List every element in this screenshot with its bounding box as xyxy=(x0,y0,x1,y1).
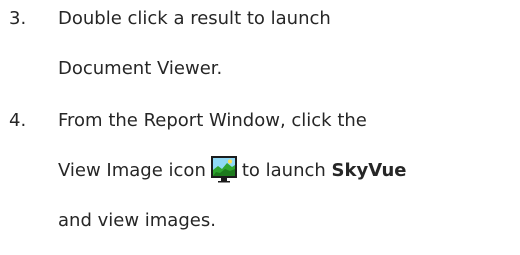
view-image-icon xyxy=(210,156,237,183)
step-4-line-2-prefix: View Image icon xyxy=(58,160,206,181)
step-4-line-2: View Image icon to launch SkyVue xyxy=(58,154,513,204)
step-3-line-2: Document Viewer. xyxy=(58,58,223,79)
instruction-steps: 3. Double click a result to launch Docum… xyxy=(0,0,520,255)
step-3-line-1: Double click a result to launch xyxy=(58,8,331,29)
step-4-line-3: and view images. xyxy=(58,210,216,231)
step-3-text: Double click a result to launch Document… xyxy=(58,2,513,102)
step-4-number: 4. xyxy=(9,110,27,131)
step-3-number: 3. xyxy=(9,8,27,29)
step-4-line-1: From the Report Window, click the xyxy=(58,110,367,131)
step-4-text: From the Report Window, click the View I… xyxy=(58,104,513,254)
step-4-line-2-suffix: to launch xyxy=(241,160,332,181)
skyvue-label: SkyVue xyxy=(331,160,407,181)
